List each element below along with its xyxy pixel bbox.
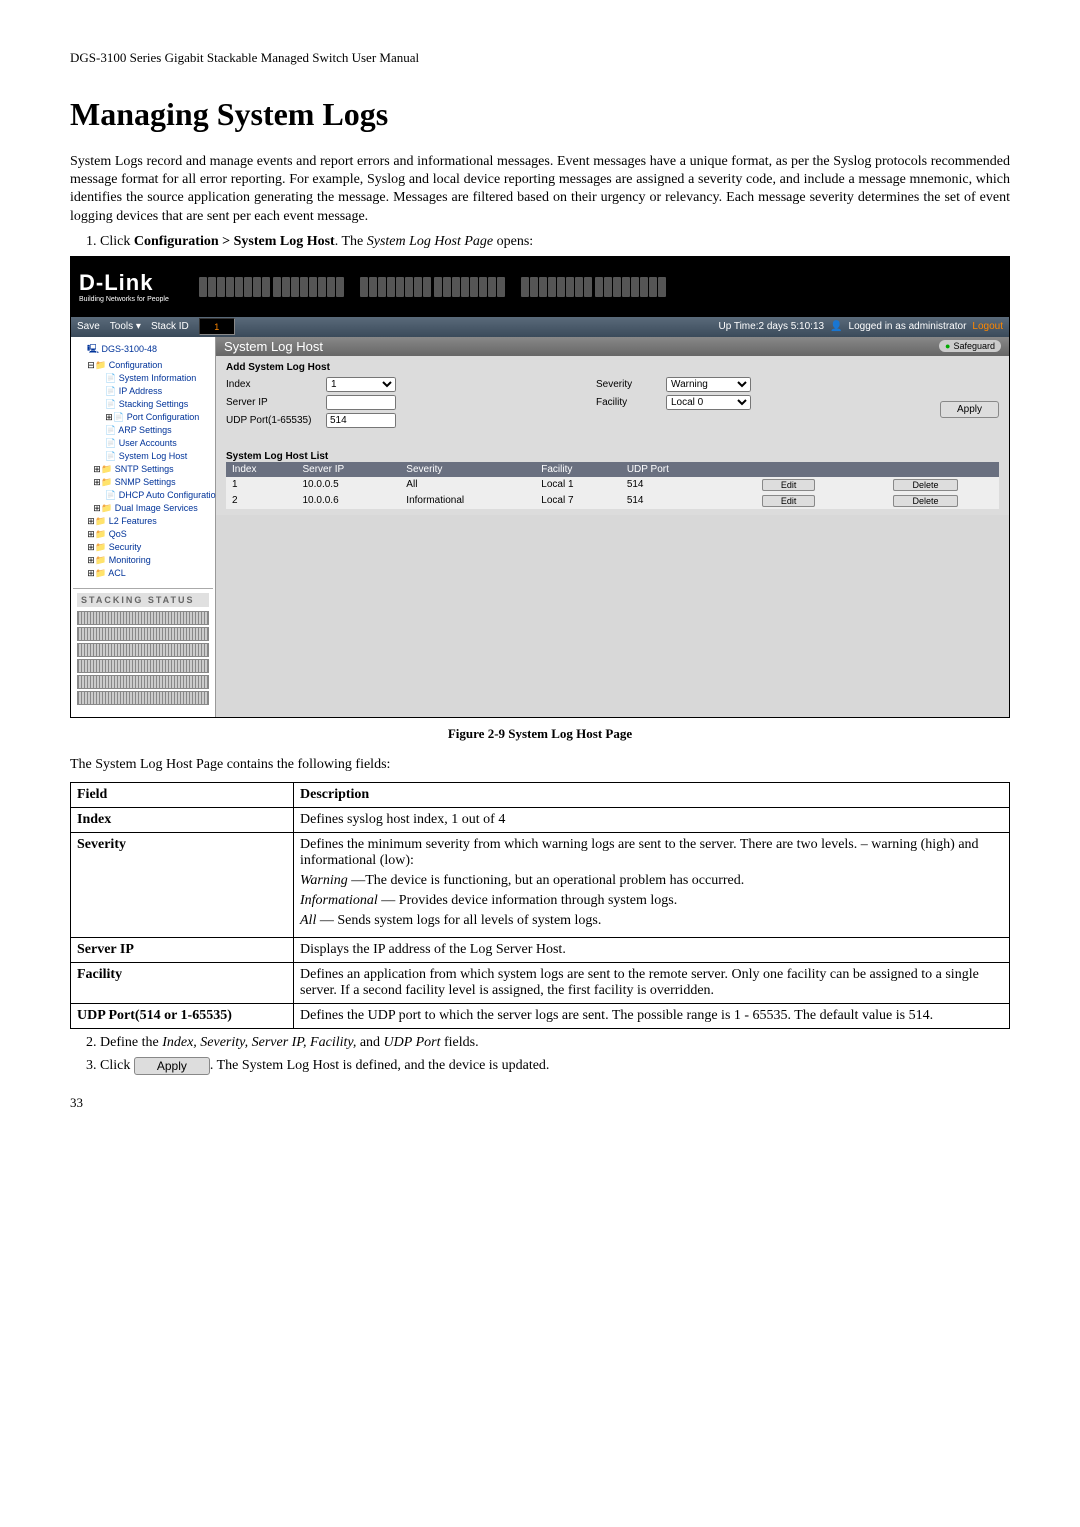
- severity-label: Severity: [596, 379, 666, 390]
- add-host-title: Add System Log Host: [226, 362, 999, 373]
- intro-paragraph: System Logs record and manage events and…: [70, 153, 1010, 226]
- facility-select[interactable]: Local 0: [666, 395, 751, 410]
- th-field: Field: [71, 782, 294, 807]
- login-status: Logged in as administrator: [849, 321, 967, 332]
- tree-l2[interactable]: ⊞📁 L2 Features: [73, 515, 213, 528]
- content-title: System Log Host: [224, 339, 323, 354]
- port-led-strip: [199, 277, 1001, 297]
- stacking-status-panel: STACKING STATUS: [73, 588, 213, 711]
- safeguard-badge: Safeguard: [939, 340, 1001, 352]
- stack-unit: [77, 643, 209, 657]
- stacking-status-title: STACKING STATUS: [77, 593, 209, 607]
- table-row: 2 10.0.0.6 Informational Local 7 514 Edi…: [226, 493, 999, 509]
- stack-id-label: Stack ID: [151, 321, 189, 332]
- screenshot-figure: D-Link Building Networks for People Save…: [70, 256, 1010, 718]
- table-row: 1 10.0.0.5 All Local 1 514 Edit Delete: [226, 477, 999, 493]
- stack-unit: [77, 659, 209, 673]
- toolbar: Save Tools ▾ Stack ID Up Time:2 days 5:1…: [71, 317, 1009, 337]
- delete-button[interactable]: Delete: [893, 479, 957, 491]
- tree-qos[interactable]: ⊞📁 QoS: [73, 528, 213, 541]
- th-description: Description: [294, 782, 1010, 807]
- col-index: Index: [226, 462, 297, 477]
- tree-item[interactable]: ⊞📄 Port Configuration: [73, 411, 213, 424]
- step-3: Click Apply. The System Log Host is defi…: [100, 1057, 1010, 1075]
- tree-configuration[interactable]: ⊟📁 Configuration: [73, 359, 213, 372]
- index-label: Index: [226, 379, 326, 390]
- delete-button[interactable]: Delete: [893, 495, 957, 507]
- tree-item[interactable]: ⊞📁 Dual Image Services: [73, 502, 213, 515]
- edit-button[interactable]: Edit: [762, 479, 816, 491]
- tree-item[interactable]: ⊞📁 SNTP Settings: [73, 463, 213, 476]
- stack-unit: [77, 691, 209, 705]
- doc-header: DGS-3100 Series Gigabit Stackable Manage…: [70, 50, 1010, 66]
- stack-unit: [77, 611, 209, 625]
- tree-item[interactable]: 📄 System Information: [73, 372, 213, 385]
- facility-label: Facility: [596, 397, 666, 408]
- dlink-tagline: Building Networks for People: [79, 296, 169, 303]
- udp-port-input[interactable]: [326, 413, 396, 428]
- tree-monitoring[interactable]: ⊞📁 Monitoring: [73, 554, 213, 567]
- page-number: 33: [70, 1095, 1010, 1111]
- stack-id-input[interactable]: [199, 318, 235, 335]
- col-server-ip: Server IP: [297, 462, 401, 477]
- content-pane: System Log Host Safeguard Add System Log…: [216, 337, 1009, 717]
- tree-item[interactable]: 📄 Stacking Settings: [73, 398, 213, 411]
- step-1: Click Configuration > System Log Host. T…: [100, 234, 1010, 250]
- device-banner: D-Link Building Networks for People: [71, 257, 1009, 317]
- tree-item[interactable]: 📄 IP Address: [73, 385, 213, 398]
- server-ip-label: Server IP: [226, 397, 326, 408]
- save-button[interactable]: Save: [77, 321, 100, 332]
- page-title: Managing System Logs: [70, 96, 1010, 133]
- host-list-table: Index Server IP Severity Facility UDP Po…: [226, 462, 999, 509]
- col-udp-port: UDP Port: [621, 462, 726, 477]
- col-facility: Facility: [535, 462, 621, 477]
- udp-port-label: UDP Port(1-65535): [226, 415, 326, 426]
- col-severity: Severity: [400, 462, 535, 477]
- user-icon: 👤: [830, 321, 842, 332]
- tree-item[interactable]: 📄 DHCP Auto Configuration: [73, 489, 213, 502]
- host-list-title: System Log Host List: [226, 451, 999, 462]
- tools-menu[interactable]: Tools ▾: [110, 321, 141, 332]
- severity-select[interactable]: Warning: [666, 377, 751, 392]
- tree-item[interactable]: 📄 ARP Settings: [73, 424, 213, 437]
- fields-table: Field Description Index Defines syslog h…: [70, 782, 1010, 1029]
- dlink-logo: D-Link: [79, 270, 153, 295]
- apply-button-inline[interactable]: Apply: [134, 1057, 210, 1075]
- stack-unit: [77, 627, 209, 641]
- logout-link[interactable]: Logout: [972, 321, 1003, 332]
- tree-root[interactable]: 🖳 DGS-3100-48: [73, 341, 213, 359]
- server-ip-input[interactable]: [326, 395, 396, 410]
- tree-item[interactable]: ⊞📁 SNMP Settings: [73, 476, 213, 489]
- nav-tree: 🖳 DGS-3100-48 ⊟📁 Configuration 📄 System …: [71, 337, 216, 717]
- tree-item-selected[interactable]: 📄 System Log Host: [73, 450, 213, 463]
- index-select[interactable]: 1: [326, 377, 396, 392]
- step-2: Define the Index, Severity, Server IP, F…: [100, 1035, 1010, 1051]
- figure-caption: Figure 2-9 System Log Host Page: [70, 726, 1010, 742]
- apply-button[interactable]: Apply: [940, 401, 999, 418]
- uptime-text: Up Time:2 days 5:10:13: [718, 321, 824, 332]
- edit-button[interactable]: Edit: [762, 495, 816, 507]
- tree-item[interactable]: 📄 User Accounts: [73, 437, 213, 450]
- tree-acl[interactable]: ⊞📁 ACL: [73, 567, 213, 580]
- fields-intro: The System Log Host Page contains the fo…: [70, 756, 1010, 774]
- stack-unit: [77, 675, 209, 689]
- tree-security[interactable]: ⊞📁 Security: [73, 541, 213, 554]
